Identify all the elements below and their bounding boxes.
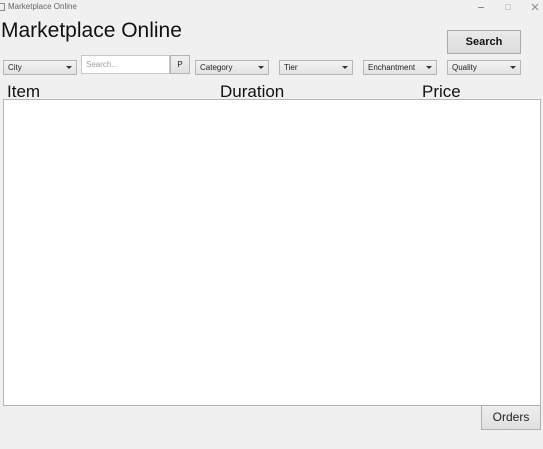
window-title: Marketplace Online (8, 2, 77, 11)
chevron-down-icon (426, 66, 432, 69)
category-dropdown[interactable]: Category (195, 60, 269, 75)
page-title: Marketplace Online (1, 19, 182, 42)
close-button[interactable] (528, 1, 542, 13)
chevron-down-icon (258, 66, 264, 69)
enchantment-dropdown-label: Enchantment (368, 63, 416, 72)
maximize-icon (505, 4, 511, 10)
enchantment-dropdown[interactable]: Enchantment (363, 60, 437, 75)
tier-dropdown-label: Tier (284, 63, 298, 72)
search-input[interactable] (81, 55, 170, 74)
app-icon (0, 3, 5, 11)
quality-dropdown-label: Quality (452, 63, 477, 72)
minimize-button[interactable] (474, 1, 488, 13)
chevron-down-icon (510, 66, 516, 69)
orders-button[interactable]: Orders (481, 405, 541, 430)
p-button[interactable]: P (170, 55, 190, 74)
chevron-down-icon (342, 66, 348, 69)
city-dropdown[interactable]: City (3, 60, 77, 75)
category-dropdown-label: Category (200, 63, 233, 72)
minimize-icon (478, 7, 484, 8)
search-button[interactable]: Search (447, 30, 521, 54)
results-list[interactable] (3, 99, 541, 406)
close-icon (531, 3, 539, 11)
title-bar: Marketplace Online (0, 0, 543, 15)
quality-dropdown[interactable]: Quality (447, 60, 521, 75)
maximize-button[interactable] (501, 1, 515, 13)
chevron-down-icon (66, 66, 72, 69)
tier-dropdown[interactable]: Tier (279, 60, 353, 75)
city-dropdown-label: City (8, 63, 22, 72)
